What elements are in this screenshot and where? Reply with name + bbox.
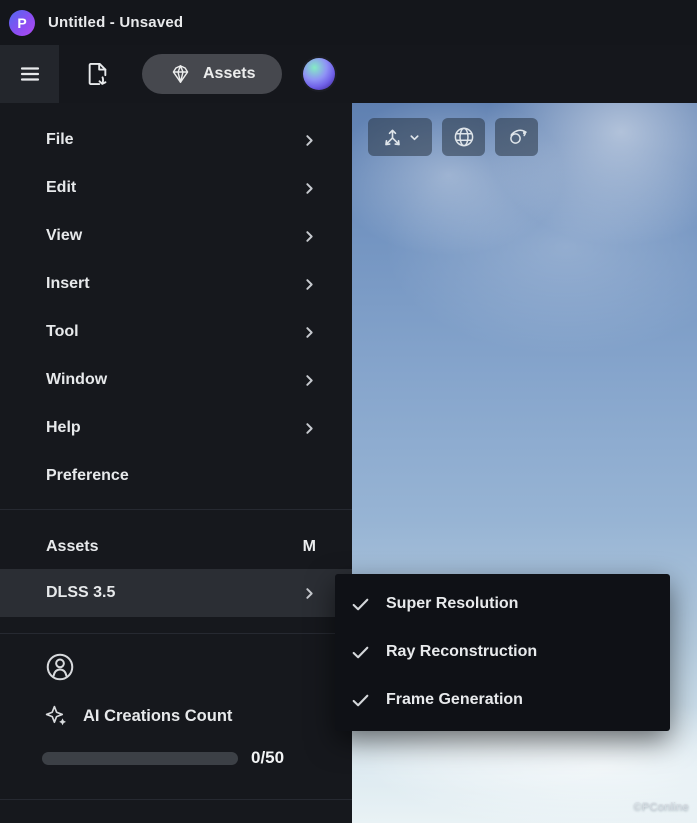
chevron-right-icon — [303, 230, 316, 243]
assets-button-label: Assets — [203, 65, 255, 83]
menu-item-label: File — [46, 131, 74, 149]
window-title: Untitled - Unsaved — [48, 14, 183, 31]
main-toolbar: Assets — [0, 45, 697, 103]
menu-item-insert[interactable]: Insert — [0, 260, 352, 308]
gem-icon — [169, 63, 192, 86]
submenu-item-ray-reconstruction[interactable]: Ray Reconstruction — [335, 628, 670, 676]
submenu-item-frame-generation[interactable]: Frame Generation — [335, 676, 670, 724]
submenu-item-super-resolution[interactable]: Super Resolution — [335, 580, 670, 628]
check-icon — [350, 594, 371, 615]
check-icon — [350, 690, 371, 711]
check-icon — [350, 642, 371, 663]
user-avatar-icon — [44, 651, 76, 683]
title-bar: P Untitled - Unsaved — [0, 0, 697, 45]
move-gizmo-icon — [381, 126, 404, 149]
account-avatar-button[interactable] — [44, 651, 76, 683]
assets-button[interactable]: Assets — [142, 54, 282, 94]
menu-item-window[interactable]: Window — [0, 356, 352, 404]
orbit-icon — [505, 125, 529, 149]
menu-item-view[interactable]: View — [0, 212, 352, 260]
main-menu-panel: File Edit View Insert Tool — [0, 103, 352, 823]
import-file-button[interactable] — [74, 51, 120, 97]
progress-bar — [42, 752, 238, 765]
shortcut-key: M — [303, 538, 316, 556]
chevron-down-icon — [409, 132, 420, 143]
menu-item-assets[interactable]: Assets M — [0, 525, 352, 569]
submenu-item-label: Ray Reconstruction — [386, 643, 537, 661]
chevron-right-icon — [303, 587, 316, 600]
menu-item-preference[interactable]: Preference — [0, 452, 352, 500]
submenu-item-label: Super Resolution — [386, 595, 518, 613]
material-orb-icon[interactable] — [303, 58, 335, 90]
dlss-submenu: Super Resolution Ray Reconstruction Fram… — [335, 574, 670, 731]
globe-icon — [452, 125, 476, 149]
menu-item-file[interactable]: File — [0, 116, 352, 164]
orbit-camera-button[interactable] — [495, 118, 538, 156]
gizmo-mode-button[interactable] — [368, 118, 432, 156]
chevron-right-icon — [303, 374, 316, 387]
chevron-right-icon — [303, 326, 316, 339]
menu-item-label: DLSS 3.5 — [46, 584, 115, 602]
divider — [0, 633, 352, 634]
ai-creations-count-row: AI Creations Count — [44, 704, 352, 729]
ai-sparkle-icon — [44, 704, 69, 729]
divider — [0, 799, 352, 800]
environment-button[interactable] — [442, 118, 485, 156]
menu-item-label: Assets — [46, 538, 98, 556]
chevron-right-icon — [303, 134, 316, 147]
chevron-right-icon — [303, 278, 316, 291]
menu-item-label: Insert — [46, 275, 90, 293]
menu-item-edit[interactable]: Edit — [0, 164, 352, 212]
menu-item-label: Help — [46, 419, 81, 437]
app-logo-icon: P — [9, 10, 35, 36]
divider — [0, 509, 352, 510]
file-import-icon — [84, 60, 111, 88]
chevron-right-icon — [303, 182, 316, 195]
menu-item-label: Window — [46, 371, 107, 389]
ai-usage-progress-row: 0/50 — [42, 748, 352, 768]
watermark: ©PConline — [634, 801, 689, 813]
menu-item-tool[interactable]: Tool — [0, 308, 352, 356]
ai-creations-count-label: AI Creations Count — [83, 707, 232, 726]
submenu-item-label: Frame Generation — [386, 691, 523, 709]
menu-item-label: Tool — [46, 323, 79, 341]
hamburger-menu-button[interactable] — [0, 45, 59, 103]
chevron-right-icon — [303, 422, 316, 435]
hamburger-icon — [17, 61, 43, 87]
app-window: P Untitled - Unsaved — [0, 0, 697, 823]
usage-count-label: 0/50 — [251, 748, 284, 768]
menu-item-label: Preference — [46, 467, 129, 485]
menu-item-dlss[interactable]: DLSS 3.5 — [0, 569, 352, 617]
menu-item-help[interactable]: Help — [0, 404, 352, 452]
viewport-toolbar — [368, 118, 538, 156]
menu-item-label: View — [46, 227, 82, 245]
menu-item-label: Edit — [46, 179, 76, 197]
